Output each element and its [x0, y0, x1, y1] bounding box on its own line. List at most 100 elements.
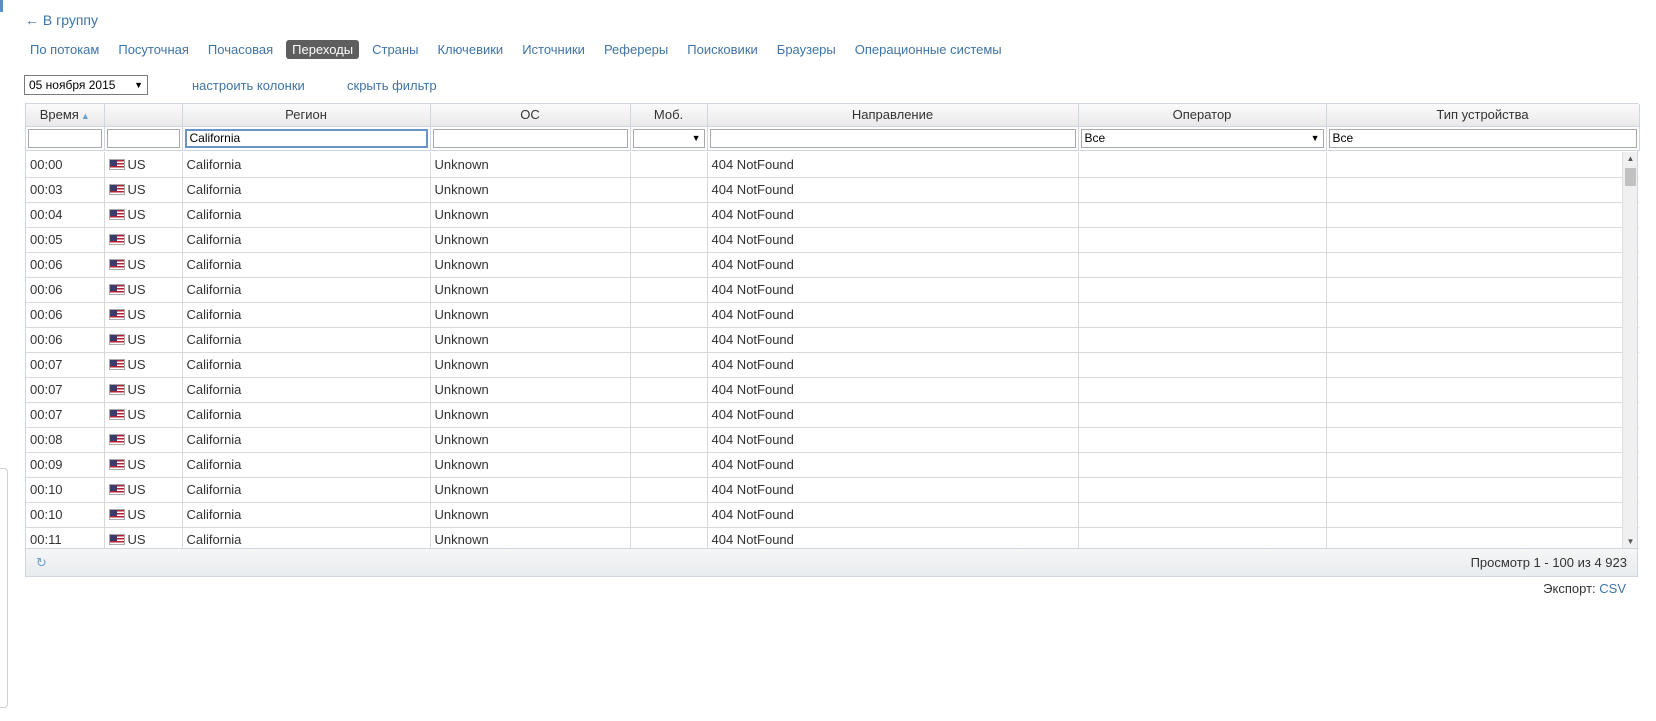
table-row[interactable]: 00:07 US California Unknown 404 NotFound	[26, 402, 1639, 428]
cell-operator	[1078, 502, 1327, 528]
col-header-region[interactable]: Регион	[182, 104, 431, 127]
cell-time: 00:09	[26, 452, 105, 478]
table-row[interactable]: 00:10 US California Unknown 404 NotFound	[26, 502, 1639, 528]
cell-mob	[630, 527, 708, 549]
cell-time: 00:05	[26, 227, 105, 253]
country-filter-input[interactable]	[106, 128, 180, 148]
scrollbar-thumb[interactable]	[1625, 168, 1636, 186]
refresh-icon[interactable]: ↻	[36, 555, 47, 571]
cell-operator	[1078, 477, 1327, 503]
country-code: US	[127, 257, 146, 272]
grid-header: Время ▲ Регион ОС Моб. Направление Операт…	[26, 104, 1640, 151]
direction-filter-input[interactable]	[709, 128, 1076, 148]
mob-filter-select[interactable]: ▼	[632, 128, 705, 148]
pager-info: Просмотр 1 - 100 из 4 923	[1470, 555, 1627, 570]
table-row[interactable]: 00:06 US California Unknown 404 NotFound	[26, 252, 1639, 278]
back-to-group-link[interactable]: ← В группу	[25, 12, 98, 28]
os-filter-input[interactable]	[432, 128, 628, 148]
cell-country: US	[104, 502, 183, 528]
cell-operator	[1078, 352, 1327, 378]
cell-device-type	[1326, 402, 1639, 428]
device-type-filter-select[interactable]: Все	[1328, 128, 1637, 148]
scroll-up-icon[interactable]: ▲	[1623, 152, 1638, 166]
tab-0[interactable]: По потокам	[24, 40, 105, 59]
operator-filter-select[interactable]: Все ▼	[1080, 128, 1324, 148]
region-filter-input[interactable]	[184, 128, 428, 148]
cell-operator	[1078, 402, 1327, 428]
cell-direction: 404 NotFound	[707, 177, 1079, 203]
cell-time: 00:07	[26, 377, 105, 403]
table-row[interactable]: 00:04 US California Unknown 404 NotFound	[26, 202, 1639, 228]
col-header-os[interactable]: ОС	[430, 104, 631, 127]
tab-6[interactable]: Источники	[516, 40, 591, 59]
cell-region: California	[182, 177, 431, 203]
table-row[interactable]: 00:05 US California Unknown 404 NotFound	[26, 227, 1639, 253]
hide-filter-link[interactable]: скрыть фильтр	[347, 78, 437, 93]
tab-8[interactable]: Поисковики	[681, 40, 764, 59]
table-row[interactable]: 00:08 US California Unknown 404 NotFound	[26, 427, 1639, 453]
cell-time: 00:10	[26, 502, 105, 528]
table-row[interactable]: 00:11 US California Unknown 404 NotFound	[26, 527, 1639, 549]
cell-country: US	[104, 202, 183, 228]
table-row[interactable]: 00:09 US California Unknown 404 NotFound	[26, 452, 1639, 478]
col-header-time[interactable]: Время ▲	[26, 104, 105, 127]
grid-scrollbar[interactable]: ▲ ▼	[1622, 152, 1637, 549]
date-select[interactable]: 05 ноября 2015 ▼	[24, 75, 148, 95]
col-header-operator[interactable]: Оператор	[1078, 104, 1327, 127]
table-row[interactable]: 00:06 US California Unknown 404 NotFound	[26, 302, 1639, 328]
table-row[interactable]: 00:00 US California Unknown 404 NotFound	[26, 152, 1639, 178]
tab-7[interactable]: Рефереры	[598, 40, 674, 59]
tab-4[interactable]: Страны	[366, 40, 424, 59]
cell-device-type	[1326, 327, 1639, 353]
cell-direction: 404 NotFound	[707, 427, 1079, 453]
col-header-mob[interactable]: Моб.	[630, 104, 708, 127]
tab-9[interactable]: Браузеры	[771, 40, 842, 59]
cell-operator	[1078, 177, 1327, 203]
cell-country: US	[104, 452, 183, 478]
grid-body: 00:00 US California Unknown 404 NotFound 00:0…	[26, 152, 1639, 549]
table-row[interactable]: 00:07 US California Unknown 404 NotFound	[26, 352, 1639, 378]
cell-operator	[1078, 427, 1327, 453]
cell-mob	[630, 477, 708, 503]
export-label: Экспорт:	[1543, 581, 1596, 596]
us-flag-icon	[108, 158, 125, 170]
cell-time: 00:08	[26, 427, 105, 453]
col-header-country[interactable]	[104, 104, 183, 127]
cell-mob	[630, 427, 708, 453]
tab-1[interactable]: Посуточная	[112, 40, 195, 59]
cell-os: Unknown	[430, 202, 631, 228]
tab-3[interactable]: Переходы	[286, 40, 360, 59]
table-row[interactable]: 00:10 US California Unknown 404 NotFound	[26, 477, 1639, 503]
cell-direction: 404 NotFound	[707, 252, 1079, 278]
table-row[interactable]: 00:06 US California Unknown 404 NotFound	[26, 327, 1639, 353]
configure-columns-link[interactable]: настроить колонки	[192, 78, 305, 93]
col-header-device-type[interactable]: Тип устройства	[1326, 104, 1640, 127]
tab-5[interactable]: Ключевики	[431, 40, 509, 59]
country-code: US	[127, 307, 146, 322]
cell-os: Unknown	[430, 402, 631, 428]
cell-device-type	[1326, 527, 1639, 549]
cell-region: California	[182, 502, 431, 528]
cell-country: US	[104, 277, 183, 303]
cell-direction: 404 NotFound	[707, 477, 1079, 503]
chevron-down-icon: ▼	[691, 133, 701, 143]
cell-operator	[1078, 452, 1327, 478]
table-row[interactable]: 00:03 US California Unknown 404 NotFound	[26, 177, 1639, 203]
date-select-value: 05 ноября 2015	[29, 78, 116, 92]
tab-2[interactable]: Почасовая	[202, 40, 279, 59]
cell-os: Unknown	[430, 477, 631, 503]
cell-country: US	[104, 477, 183, 503]
cell-time: 00:04	[26, 202, 105, 228]
time-filter-input[interactable]	[28, 128, 102, 148]
export-block: Экспорт: CSV	[1543, 581, 1626, 596]
scroll-down-icon[interactable]: ▼	[1623, 535, 1638, 549]
tab-10[interactable]: Операционные системы	[849, 40, 1008, 59]
us-flag-icon	[108, 359, 125, 370]
table-row[interactable]: 00:07 US California Unknown 404 NotFound	[26, 377, 1639, 403]
col-header-direction[interactable]: Направление	[707, 104, 1079, 127]
export-csv-link[interactable]: CSV	[1599, 581, 1626, 596]
table-row[interactable]: 00:06 US California Unknown 404 NotFound	[26, 277, 1639, 303]
cell-direction: 404 NotFound	[707, 452, 1079, 478]
cell-direction: 404 NotFound	[707, 502, 1079, 528]
us-flag-icon	[108, 459, 125, 470]
